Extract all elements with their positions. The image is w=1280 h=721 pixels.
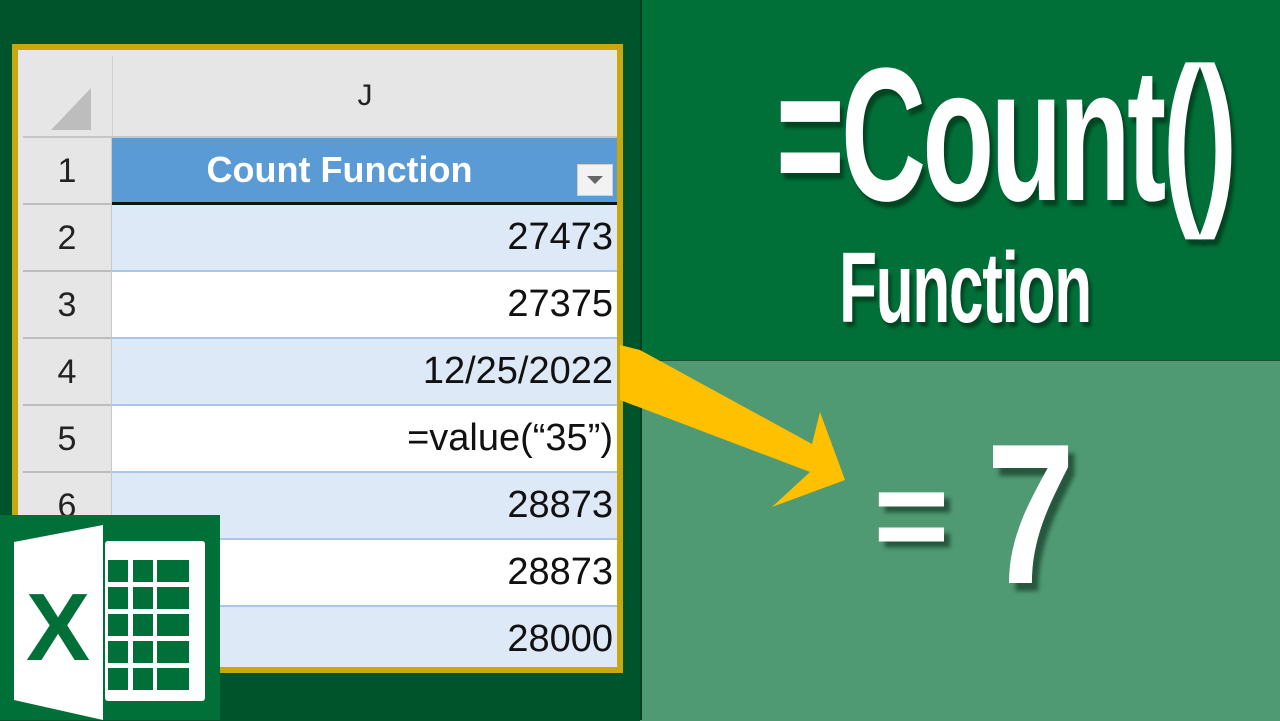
column-header-j[interactable]: J (112, 56, 617, 136)
table-cell[interactable]: 27473 (112, 205, 617, 272)
title-sub: Function (839, 232, 1092, 344)
result-display: = 7 (850, 415, 1110, 615)
select-all-corner[interactable] (23, 56, 111, 136)
select-all-icon (51, 88, 91, 130)
table-row: 5 =value(“35”) (23, 406, 617, 473)
row-number[interactable]: 5 (23, 406, 112, 473)
panel-divider (640, 0, 642, 720)
result-equals: = (873, 442, 950, 588)
table-header-cell[interactable]: Count Function (112, 138, 617, 205)
table-cell[interactable]: 12/25/2022 (112, 339, 617, 406)
table-cell[interactable]: 27375 (112, 272, 617, 339)
filter-dropdown-button[interactable] (577, 164, 613, 196)
table-cell[interactable]: =value(“35”) (112, 406, 617, 473)
row-number[interactable]: 2 (23, 205, 112, 272)
table-row: 3 27375 (23, 272, 617, 339)
title-main: =Count() (775, 29, 1237, 241)
table-header-label: Count Function (206, 149, 473, 190)
row-number[interactable]: 4 (23, 339, 112, 406)
row-number[interactable]: 1 (23, 138, 112, 205)
table-header-row: 1 Count Function (23, 138, 617, 205)
row-number[interactable]: 3 (23, 272, 112, 339)
excel-logo-letter: X (26, 574, 90, 681)
result-value: 7 (986, 403, 1076, 626)
table-row: 2 27473 (23, 205, 617, 272)
excel-logo-icon: X (0, 515, 220, 720)
table-row: 4 12/25/2022 (23, 339, 617, 406)
dropdown-arrow-icon (587, 176, 603, 184)
